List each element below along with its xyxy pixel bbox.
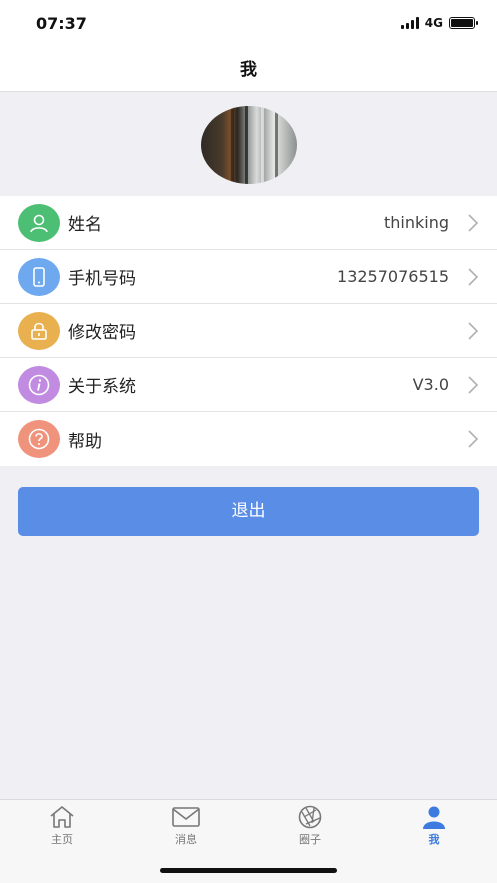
status-indicators: 4G <box>400 16 478 30</box>
network-type: 4G <box>424 16 443 30</box>
chevron-right-icon <box>468 430 479 448</box>
status-time: 07:37 <box>36 14 87 33</box>
tab-label: 主页 <box>51 833 73 846</box>
menu-item-value: 13257076515 <box>337 267 449 286</box>
status-bar: 07:37 4G <box>0 0 497 50</box>
phone-icon <box>18 257 60 296</box>
info-icon <box>18 365 60 404</box>
settings-menu: 姓名 thinking 手机号码 13257076515 修改密码 关于系统 V… <box>0 196 497 466</box>
user-icon <box>18 203 60 242</box>
logout-button[interactable]: 退出 <box>18 487 479 536</box>
tab-home[interactable]: 主页 <box>17 802 107 852</box>
menu-item-value: thinking <box>383 213 449 232</box>
menu-item-label: 手机号码 <box>68 269 136 289</box>
nav-bar: 我 <box>0 50 497 92</box>
menu-item-label: 关于系统 <box>68 377 136 397</box>
menu-item-change-password[interactable]: 修改密码 <box>0 304 497 358</box>
tab-me[interactable]: 我 <box>389 802 479 852</box>
tab-circle[interactable]: 圈子 <box>265 802 355 852</box>
page-title: 我 <box>240 60 257 80</box>
menu-item-value: V3.0 <box>412 375 449 394</box>
chevron-right-icon <box>468 213 479 232</box>
message-icon <box>172 807 200 827</box>
menu-item-name[interactable]: 姓名 thinking <box>0 196 497 250</box>
aperture-icon <box>298 805 322 829</box>
menu-item-label: 修改密码 <box>68 323 136 343</box>
home-indicator <box>160 868 337 873</box>
chevron-right-icon <box>468 321 479 340</box>
signal-icon <box>400 17 419 29</box>
chevron-right-icon <box>468 267 479 286</box>
home-icon <box>50 806 74 828</box>
lock-icon <box>18 311 60 350</box>
menu-item-help[interactable]: 帮助 <box>0 412 497 466</box>
menu-item-label: 帮助 <box>68 431 102 452</box>
chevron-right-icon <box>468 375 479 394</box>
help-icon <box>18 420 60 458</box>
menu-item-phone[interactable]: 手机号码 13257076515 <box>0 250 497 304</box>
person-icon <box>423 806 445 829</box>
avatar[interactable] <box>201 106 297 184</box>
battery-icon <box>449 17 478 29</box>
tab-messages[interactable]: 消息 <box>141 802 231 852</box>
profile-header <box>0 92 497 195</box>
tab-label: 我 <box>428 833 440 846</box>
tab-label: 消息 <box>175 833 197 846</box>
menu-item-about[interactable]: 关于系统 V3.0 <box>0 358 497 412</box>
menu-item-label: 姓名 <box>68 215 102 235</box>
tab-label: 圈子 <box>299 833 321 846</box>
